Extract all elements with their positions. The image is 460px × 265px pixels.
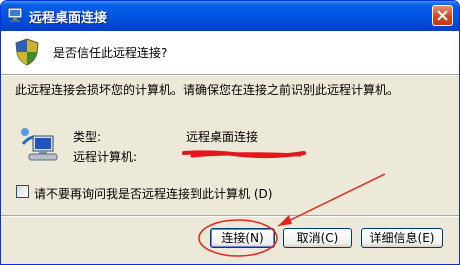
dont-ask-label[interactable]: 请不要再询问我是否远程连接到此计算机 (D) [34, 185, 272, 202]
redacted-computer-name [182, 150, 306, 159]
dont-ask-checkbox[interactable] [16, 185, 29, 198]
dialog-window: 远程桌面连接 是否信任此远程连接? 此远程连接会损坏您的计算机。请确保您在连接之… [0, 0, 460, 265]
remote-desktop-icon [7, 7, 23, 22]
warning-text: 此远程连接会损坏您的计算机。请确保您在连接之前识别此远程计算机。 [15, 83, 400, 97]
remote-computer-label: 远程计算机: [73, 150, 138, 164]
cancel-button[interactable]: 取消(C) [283, 228, 352, 248]
footer-divider [1, 215, 459, 217]
computer-network-icon [21, 128, 58, 161]
type-value: 远程桌面连接 [186, 130, 259, 144]
details-button[interactable]: 详细信息(E) [361, 228, 443, 248]
type-label: 类型: [73, 130, 102, 144]
close-icon [437, 10, 448, 21]
header-divider [1, 74, 459, 76]
title-bar[interactable]: 远程桌面连接 [1, 1, 459, 31]
header-question: 是否信任此远程连接? [53, 46, 168, 60]
close-button[interactable] [432, 5, 453, 26]
shield-icon [15, 38, 39, 66]
window-title: 远程桌面连接 [29, 11, 108, 26]
connect-button[interactable]: 连接(N) [210, 228, 275, 248]
